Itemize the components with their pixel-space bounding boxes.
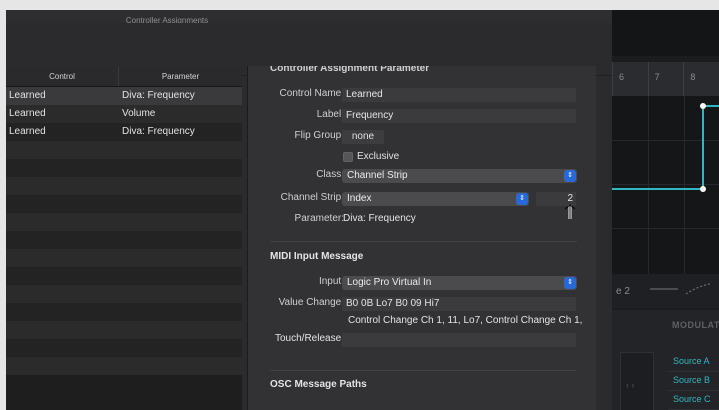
empty-row (6, 177, 242, 195)
assignments-table: Control Parameter Learned Diva: Frequenc… (6, 67, 242, 410)
column-header-control[interactable]: Control (6, 67, 119, 86)
table-row[interactable]: Learned Volume (6, 105, 242, 123)
flip-group-field[interactable]: none (342, 130, 384, 144)
class-popup[interactable]: Channel Strip ⇕ (342, 169, 577, 183)
divider (270, 241, 577, 242)
updown-chevron-icon: ⇕ (564, 277, 576, 289)
source-a[interactable]: Source A (668, 356, 719, 372)
empty-row (6, 339, 242, 357)
updown-chevron-icon: ⇕ (564, 170, 576, 182)
source-c[interactable]: Source C (668, 394, 719, 410)
table-header: Control Parameter (6, 67, 242, 87)
empty-row (6, 303, 242, 321)
control-name-label: Control Name: (279, 88, 344, 99)
empty-row (6, 159, 242, 177)
osc-section-title: OSC Message Paths (270, 379, 367, 390)
empty-row (6, 195, 242, 213)
class-label: Class: (316, 169, 344, 180)
strip-label: e 2 (616, 286, 630, 297)
channel-strip-value: Index (347, 193, 372, 204)
empty-row (6, 267, 242, 285)
arrows-icon[interactable]: ‹ › (626, 380, 635, 390)
ruler-tick: 8 (683, 62, 719, 96)
plugin-strip: e 2 (612, 274, 719, 308)
background-plugin-window: 6 7 8 e 2 MODULAT ‹ › Source A Source B … (612, 10, 719, 410)
table-body: Learned Diva: Frequency Learned Volume L… (6, 87, 242, 375)
parameter-label: Parameter: (294, 213, 344, 224)
envelope-node[interactable] (700, 103, 706, 109)
empty-row (6, 285, 242, 303)
mouse-cursor-icon (564, 204, 576, 219)
flip-group-label: Flip Group: (294, 130, 344, 141)
cell-parameter: Diva: Frequency (122, 90, 195, 101)
mini-curve-icon (650, 283, 710, 295)
input-value: Logic Pro Virtual In (347, 277, 432, 288)
cell-control: Learned (9, 108, 46, 119)
cell-parameter: Diva: Frequency (122, 126, 195, 137)
empty-row (6, 357, 242, 375)
value-change-label: Value Change: (278, 297, 344, 308)
divider (270, 370, 577, 371)
plugin-ruler: 6 7 8 (612, 62, 719, 96)
plugin-topbar (612, 10, 719, 56)
empty-row (6, 321, 242, 339)
control-name-field[interactable]: Learned (342, 88, 576, 102)
empty-row (6, 213, 242, 231)
envelope-curve (612, 103, 719, 192)
input-label: Input: (318, 276, 344, 287)
window-titlebar[interactable]: Controller Assignments (6, 10, 612, 25)
value-change-field[interactable]: B0 0B Lo7 B0 09 Hi7 (342, 297, 576, 311)
ruler-tick: 6 (612, 62, 648, 96)
inspector-title: Controller Assignment Parameter (270, 66, 430, 74)
table-row[interactable]: Learned Diva: Frequency (6, 123, 242, 141)
parameter-value: Diva: Frequency (343, 213, 416, 224)
touch-release-field[interactable] (342, 333, 576, 347)
source-b[interactable]: Source B (668, 375, 719, 391)
table-row[interactable]: Learned Diva: Frequency (6, 87, 242, 105)
label-label: Label: (316, 109, 344, 120)
controller-assignments-window: Controller Assignments Control Parameter… (6, 10, 612, 410)
label-field[interactable]: Frequency (342, 109, 576, 123)
empty-row (6, 231, 242, 249)
column-header-parameter[interactable]: Parameter (119, 67, 242, 86)
empty-row (6, 249, 242, 267)
cell-control: Learned (9, 126, 46, 137)
cell-control: Learned (9, 90, 46, 101)
touch-release-label: Touch/Release: (275, 333, 344, 344)
exclusive-label: Exclusive (357, 151, 400, 162)
modulation-title: MODULAT (672, 320, 719, 330)
exclusive-checkbox[interactable] (343, 152, 353, 162)
value-change-description: Control Change Ch 1, 11, Lo7, Control Ch… (348, 315, 582, 326)
modulation-panel: MODULAT ‹ › Source A Source B Source C (612, 310, 719, 410)
input-popup[interactable]: Logic Pro Virtual In ⇕ (342, 276, 577, 290)
empty-row (6, 141, 242, 159)
channel-strip-label: Channel Strip: (280, 192, 344, 203)
class-value: Channel Strip (347, 170, 408, 181)
updown-chevron-icon: ⇕ (516, 193, 528, 205)
envelope-node[interactable] (700, 186, 706, 192)
channel-strip-popup[interactable]: Index ⇕ (342, 192, 529, 206)
envelope-graph[interactable] (612, 96, 719, 274)
cell-parameter: Volume (122, 108, 156, 119)
ruler-tick: 7 (647, 62, 684, 96)
midi-section-title: MIDI Input Message (270, 251, 364, 262)
inspector-panel: Controller Assignment Parameter Control … (247, 66, 596, 410)
